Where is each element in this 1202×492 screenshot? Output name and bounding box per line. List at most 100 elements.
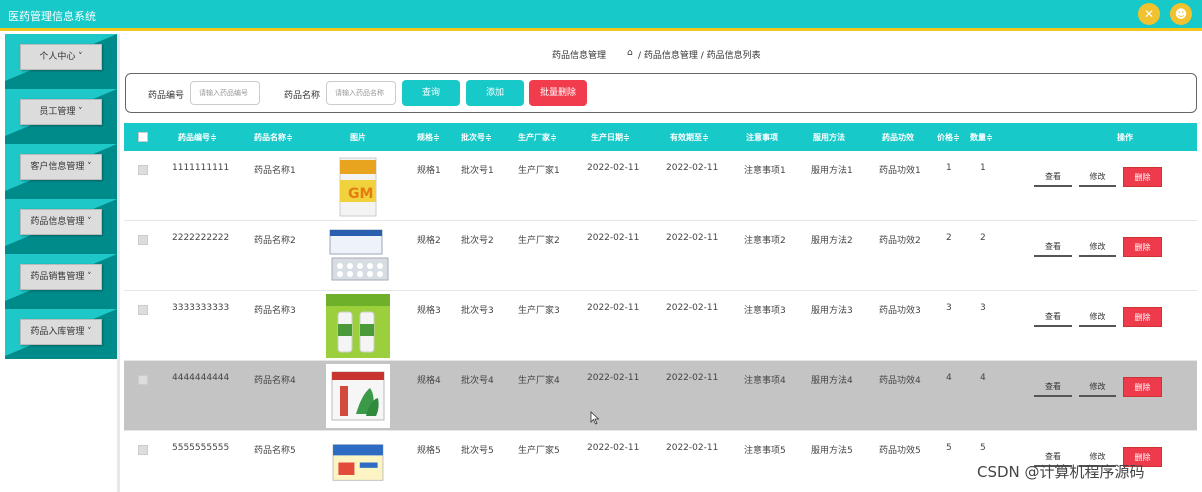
cell-name: 药品名称5: [254, 446, 296, 456]
col-qty[interactable]: 数量≑: [970, 132, 993, 143]
table-row: 1111111111 药品名称1 GM 规格1 批次号1 生产厂家1 2022-…: [124, 151, 1197, 221]
cell-effect: 药品功效4: [879, 376, 921, 386]
sidebar-item-drug-sales[interactable]: 药品销售管理 ˅: [5, 254, 117, 301]
delete-button[interactable]: 删除: [1123, 377, 1162, 397]
drug-image: GM: [326, 154, 390, 218]
svg-text:GM: GM: [348, 186, 373, 202]
cell-name: 药品名称3: [254, 306, 296, 316]
sidebar-item-staff[interactable]: 员工管理 ˅: [5, 89, 117, 136]
sidebar: 个人中心 ˅ 员工管理 ˅ 客户信息管理 ˅ 药品信息管理 ˅ 药品销售管理 ˅…: [5, 34, 117, 359]
code-label: 药品编号: [148, 91, 185, 101]
delete-button[interactable]: 删除: [1123, 167, 1162, 187]
cell-code: 2222222222: [172, 233, 230, 243]
watermark: CSDN @计算机程序源码: [977, 463, 1145, 481]
cell-effect: 药品功效5: [879, 446, 921, 456]
content-divider: [117, 34, 120, 492]
code-search-input[interactable]: 请输入药品编号: [190, 81, 260, 105]
cell-batch: 批次号1: [461, 166, 494, 176]
col-prod-date[interactable]: 生产日期≑: [591, 132, 630, 143]
sidebar-item-label[interactable]: 员工管理 ˅: [20, 99, 102, 125]
cell-price: 5: [946, 443, 952, 453]
cell-prod-date: 2022-02-11: [587, 443, 640, 453]
col-name[interactable]: 药品名称≑: [254, 132, 293, 143]
cell-batch: 批次号5: [461, 446, 494, 456]
cell-note: 注意事项2: [744, 236, 786, 246]
cell-spec: 规格2: [417, 236, 441, 246]
cell-price: 1: [946, 163, 952, 173]
delete-button[interactable]: 删除: [1123, 237, 1162, 257]
col-expire[interactable]: 有效期至≑: [670, 132, 709, 143]
drug-image: [326, 224, 390, 288]
cell-effect: 药品功效2: [879, 236, 921, 246]
cell-note: 注意事项1: [744, 166, 786, 176]
sidebar-item-personal-center[interactable]: 个人中心 ˅: [5, 34, 117, 81]
edit-button[interactable]: 修改: [1079, 237, 1116, 257]
view-button[interactable]: 查看: [1034, 377, 1072, 397]
cell-name: 药品名称4: [254, 376, 296, 386]
edit-button[interactable]: 修改: [1079, 307, 1116, 327]
cell-price: 2: [946, 233, 952, 243]
col-actions: 操作: [1117, 133, 1133, 142]
cell-qty: 3: [980, 303, 986, 313]
sidebar-item-label[interactable]: 个人中心 ˅: [20, 44, 102, 70]
cell-spec: 规格4: [417, 376, 441, 386]
cell-note: 注意事项3: [744, 306, 786, 316]
cell-batch: 批次号4: [461, 376, 494, 386]
col-spec[interactable]: 规格≑: [417, 132, 440, 143]
row-checkbox[interactable]: [138, 305, 148, 315]
batch-delete-button[interactable]: 批量删除: [529, 80, 587, 106]
add-button[interactable]: 添加: [466, 80, 524, 106]
cell-qty: 2: [980, 233, 986, 243]
drug-image: [326, 364, 390, 428]
row-checkbox[interactable]: [138, 165, 148, 175]
col-effect: 药品功效: [882, 133, 914, 142]
row-checkbox[interactable]: [138, 445, 148, 455]
cell-name: 药品名称2: [254, 236, 296, 246]
edit-button[interactable]: 修改: [1079, 167, 1116, 187]
sidebar-item-customers[interactable]: 客户信息管理 ˅: [5, 144, 117, 191]
view-button[interactable]: 查看: [1034, 307, 1072, 327]
mouse-cursor-icon: [590, 411, 600, 425]
name-label: 药品名称: [284, 91, 321, 101]
cell-spec: 规格1: [417, 166, 441, 176]
cell-price: 3: [946, 303, 952, 313]
drug-image: [326, 294, 390, 358]
cell-name: 药品名称1: [254, 166, 296, 176]
sidebar-item-drug-info[interactable]: 药品信息管理 ˅: [5, 199, 117, 246]
cell-maker: 生产厂家3: [518, 306, 560, 316]
col-batch[interactable]: 批次号≑: [461, 132, 492, 143]
cell-prod-date: 2022-02-11: [587, 233, 640, 243]
table-row: 3333333333 药品名称3 规格3 批次号3 生产厂家3 2022-02-…: [124, 291, 1197, 361]
row-checkbox[interactable]: [138, 375, 148, 385]
cell-price: 4: [946, 373, 952, 383]
name-search-input[interactable]: 请输入药品名称: [326, 81, 396, 105]
query-button[interactable]: 查询: [402, 80, 460, 106]
breadcrumb: / 药品信息管理 / 药品信息列表: [638, 51, 761, 61]
sidebar-item-label[interactable]: 药品入库管理 ˅: [20, 319, 102, 345]
cell-usage: 服用方法1: [811, 166, 853, 176]
cell-maker: 生产厂家4: [518, 376, 560, 386]
fullscreen-icon[interactable]: ✕: [1138, 3, 1160, 25]
edit-button[interactable]: 修改: [1079, 377, 1116, 397]
sidebar-item-label[interactable]: 客户信息管理 ˅: [20, 154, 102, 180]
row-checkbox[interactable]: [138, 235, 148, 245]
cell-expire: 2022-02-11: [666, 163, 719, 173]
col-price[interactable]: 价格≑: [937, 132, 960, 143]
search-panel: 药品编号 请输入药品编号 药品名称 请输入药品名称 查询 添加 批量删除: [125, 73, 1197, 113]
view-button[interactable]: 查看: [1034, 167, 1072, 187]
sidebar-item-label[interactable]: 药品信息管理 ˅: [20, 209, 102, 235]
select-all-checkbox[interactable]: [138, 132, 148, 142]
app-title: 医药管理信息系统: [8, 10, 96, 23]
delete-button[interactable]: 删除: [1123, 307, 1162, 327]
sidebar-item-label[interactable]: 药品销售管理 ˅: [20, 264, 102, 290]
col-maker[interactable]: 生产厂家≑: [518, 132, 557, 143]
cell-usage: 服用方法4: [811, 376, 853, 386]
cell-prod-date: 2022-02-11: [587, 163, 640, 173]
top-bar: 医药管理信息系统 ✕ ☻: [0, 0, 1202, 31]
sidebar-item-drug-stock[interactable]: 药品入库管理 ˅: [5, 309, 117, 356]
home-icon[interactable]: ⌂: [627, 48, 633, 58]
cell-note: 注意事项4: [744, 376, 786, 386]
user-icon[interactable]: ☻: [1170, 3, 1192, 25]
col-code[interactable]: 药品编号≑: [178, 132, 217, 143]
view-button[interactable]: 查看: [1034, 237, 1072, 257]
